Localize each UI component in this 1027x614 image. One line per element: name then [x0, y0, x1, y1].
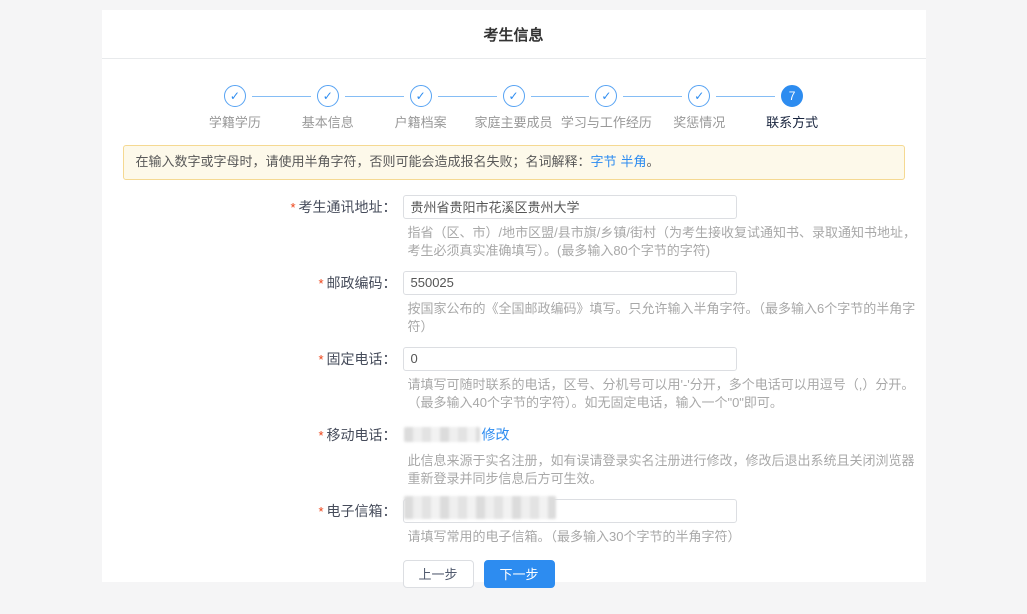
field-help: 此信息来源于实名注册，如有误请登录实名注册进行修改，修改后退出系统且关闭浏览器重…: [403, 452, 918, 488]
field-label: 固定电话：: [327, 351, 397, 367]
field-control: 请填写常用的电子信箱。（最多输入30个字节的半角字符）: [403, 499, 741, 546]
step-label: 户籍档案: [374, 112, 467, 131]
byte-definition-link[interactable]: 字节: [591, 154, 617, 169]
redacted-email-value: [404, 496, 556, 519]
check-icon: ✓: [317, 85, 339, 107]
field-help: 按国家公布的《全国邮政编码》填写。只允许输入半角字符。（最多输入6个字节的半角字…: [403, 300, 918, 336]
prev-step-button[interactable]: 上一步: [403, 560, 474, 588]
field-control: 按国家公布的《全国邮政编码》填写。只允许输入半角字符。（最多输入6个字节的半角字…: [403, 271, 918, 336]
field-help: 指省（区、市）/地市区盟/县市旗/乡镇/街村（为考生接收复试通知书、录取通知书地…: [403, 224, 918, 260]
field-label-wrap: * 邮政编码：: [102, 271, 397, 336]
check-icon: ✓: [224, 85, 246, 107]
required-asterisk: *: [318, 428, 323, 443]
check-glyph: ✓: [323, 90, 333, 102]
form-row-landline: * 固定电话： 请填写可随时联系的电话，区号、分机号可以用'-'分开，多个电话可以…: [102, 347, 926, 412]
form-row-address: * 考生通讯地址： 指省（区、市）/地市区盟/县市旗/乡镇/街村（为考生接收复试通…: [102, 195, 926, 260]
email-input-wrap: [403, 499, 737, 523]
notice-text: 在输入数字或字母时，请使用半角字符，否则可能会造成报名失败；名词解释：: [136, 154, 591, 169]
check-glyph: ✓: [230, 90, 240, 102]
field-control: 请填写可随时联系的电话，区号、分机号可以用'-'分开，多个电话可以用逗号（,）分…: [403, 347, 918, 412]
check-icon: ✓: [410, 85, 432, 107]
field-help: 请填写可随时联系的电话，区号、分机号可以用'-'分开，多个电话可以用逗号（,）分…: [403, 376, 918, 412]
edit-mobile-link[interactable]: 修改: [482, 426, 510, 442]
check-glyph: ✓: [416, 90, 426, 102]
required-asterisk: *: [318, 352, 323, 367]
step-label: 家庭主要成员: [467, 112, 560, 131]
next-step-button[interactable]: 下一步: [484, 560, 555, 588]
check-icon: ✓: [595, 85, 617, 107]
required-asterisk: *: [318, 276, 323, 291]
form-actions: 上一步 下一步: [403, 560, 926, 588]
step-item-family-members: ✓ 家庭主要成员: [467, 85, 560, 131]
check-icon: ✓: [688, 85, 710, 107]
step-item-school-record: ✓ 学籍学历: [189, 85, 282, 131]
field-label-wrap: * 电子信箱：: [102, 499, 397, 546]
check-glyph: ✓: [601, 90, 611, 102]
field-label-wrap: * 固定电话：: [102, 347, 397, 412]
step-item-rewards-punishments: ✓ 奖惩情况: [653, 85, 746, 131]
field-control: 修改 此信息来源于实名注册，如有误请登录实名注册进行修改，修改后退出系统且关闭浏…: [403, 423, 918, 488]
candidate-info-panel: 考生信息 ✓ 学籍学历 ✓ 基本信息 ✓ 户籍档案 ✓ 家庭主要成员 ✓ 学习与…: [102, 10, 926, 582]
step-item-household-archive: ✓ 户籍档案: [374, 85, 467, 131]
required-asterisk: *: [290, 200, 295, 215]
postcode-input[interactable]: [403, 271, 737, 295]
form-row-postcode: * 邮政编码： 按国家公布的《全国邮政编码》填写。只允许输入半角字符。（最多输入6…: [102, 271, 926, 336]
required-asterisk: *: [318, 504, 323, 519]
step-label: 奖惩情况: [653, 112, 746, 131]
step-item-study-work-history: ✓ 学习与工作经历: [560, 85, 653, 131]
step-number-icon: 7: [781, 85, 803, 107]
form-row-email: * 电子信箱： 请填写常用的电子信箱。（最多输入30个字节的半角字符）: [102, 499, 926, 546]
page-title: 考生信息: [483, 24, 543, 45]
check-glyph: ✓: [508, 90, 518, 102]
field-label: 电子信箱：: [327, 503, 397, 519]
field-control: 指省（区、市）/地市区盟/县市旗/乡镇/街村（为考生接收复试通知书、录取通知书地…: [403, 195, 918, 260]
form-row-mobile: * 移动电话： 修改 此信息来源于实名注册，如有误请登录实名注册进行修改，修改后退…: [102, 423, 926, 488]
redacted-mobile-value: [404, 427, 480, 442]
step-label: 学籍学历: [189, 112, 282, 131]
step-label: 基本信息: [281, 112, 374, 131]
check-icon: ✓: [503, 85, 525, 107]
field-label: 邮政编码：: [327, 275, 397, 291]
step-item-contact-info: 7 联系方式: [746, 85, 839, 131]
notice-banner: 在输入数字或字母时，请使用半角字符，否则可能会造成报名失败；名词解释：字节半角。: [123, 145, 905, 180]
check-glyph: ✓: [694, 90, 704, 102]
halfwidth-definition-link[interactable]: 半角: [621, 154, 647, 169]
field-label-wrap: * 考生通讯地址：: [102, 195, 397, 260]
step-label: 联系方式: [746, 112, 839, 131]
step-label: 学习与工作经历: [560, 112, 653, 131]
field-help: 请填写常用的电子信箱。（最多输入30个字节的半角字符）: [403, 528, 741, 546]
address-input[interactable]: [403, 195, 737, 219]
contact-form: * 考生通讯地址： 指省（区、市）/地市区盟/县市旗/乡镇/街村（为考生接收复试通…: [102, 195, 926, 588]
field-label: 考生通讯地址：: [299, 199, 397, 215]
landline-input[interactable]: [403, 347, 737, 371]
page-background: { "page": { "title": "考生信息", "accent_col…: [0, 10, 1027, 614]
step-item-basic-info: ✓ 基本信息: [281, 85, 374, 131]
field-label-wrap: * 移动电话：: [102, 423, 397, 488]
notice-suffix: 。: [647, 154, 660, 169]
panel-header: 考生信息: [102, 10, 926, 59]
mobile-value-line: 修改: [403, 423, 918, 447]
field-label: 移动电话：: [327, 427, 397, 443]
step-progress-bar: ✓ 学籍学历 ✓ 基本信息 ✓ 户籍档案 ✓ 家庭主要成员 ✓ 学习与工作经历 …: [189, 59, 839, 131]
step-number: 7: [789, 90, 796, 102]
